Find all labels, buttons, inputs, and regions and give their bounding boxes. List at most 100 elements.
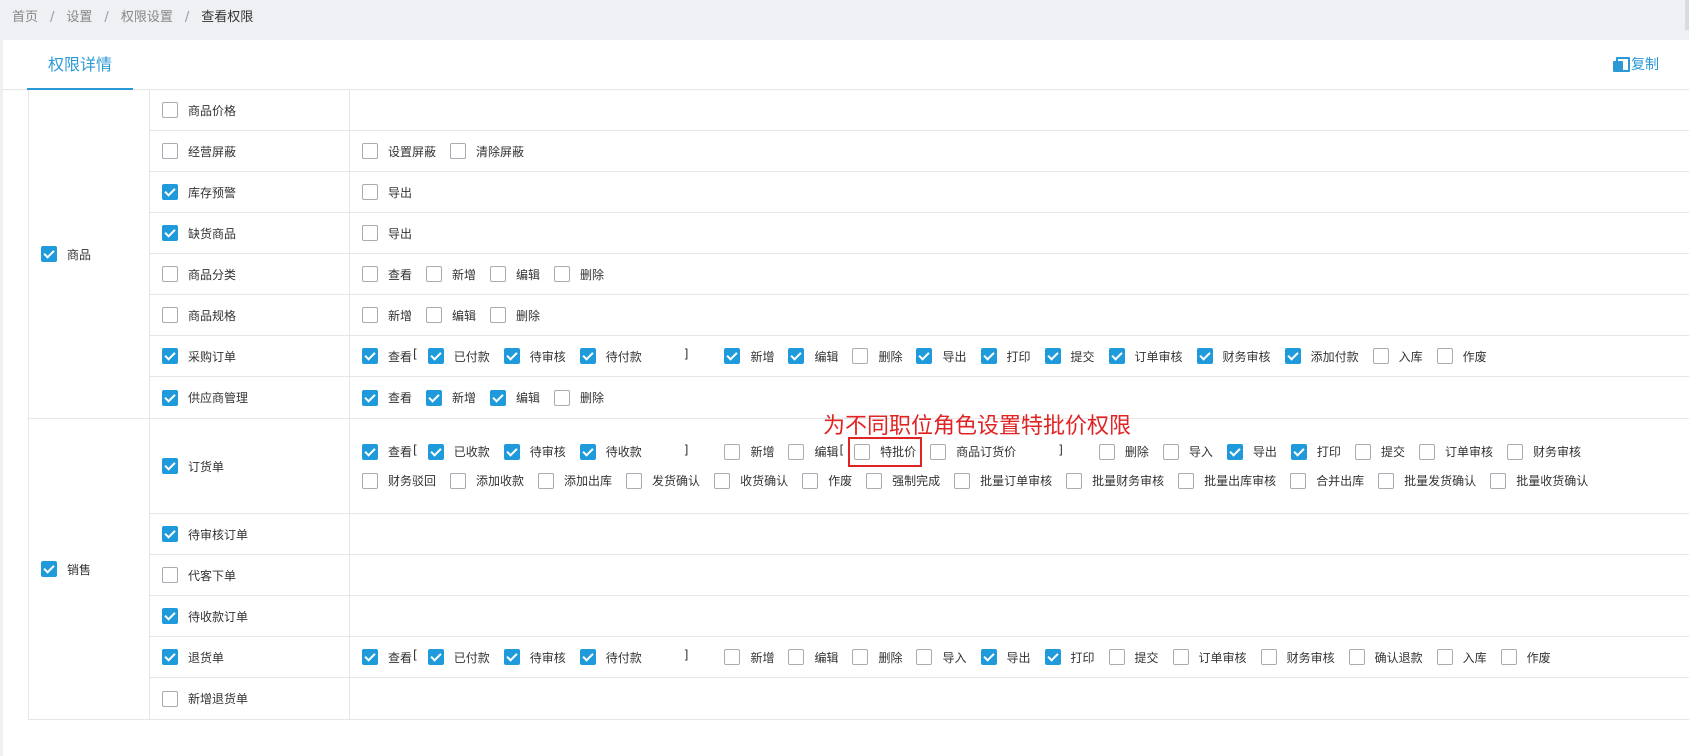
action-checkbox-item[interactable]: 订单审核 (1108, 347, 1183, 365)
action-checkbox-item[interactable]: 合并出库 (1290, 472, 1364, 490)
breadcrumb-permission-settings[interactable]: 权限设置 (121, 10, 173, 25)
action-checkbox-item[interactable]: 待审核 (503, 443, 566, 461)
checkbox-unchecked[interactable] (1348, 649, 1365, 665)
checkbox-unchecked[interactable] (362, 184, 378, 200)
module-checkbox-item[interactable]: 供应商管理 (162, 389, 248, 407)
module-checkbox-item[interactable]: 代客下单 (162, 566, 236, 584)
action-checkbox-item[interactable]: 已付款 (427, 648, 490, 666)
checkbox-checked[interactable] (162, 348, 178, 364)
action-checkbox-item[interactable]: 订单审核 (1418, 443, 1493, 461)
action-checkbox-item[interactable]: 编辑 (490, 265, 540, 283)
checkbox-checked[interactable] (162, 225, 178, 241)
checkbox-checked[interactable] (980, 649, 997, 665)
action-checkbox-item[interactable]: 查看 (362, 443, 412, 461)
action-checkbox-item[interactable]: 批量出库审核 (1178, 472, 1276, 490)
checkbox-checked[interactable] (490, 389, 507, 406)
checkbox-checked[interactable] (1196, 348, 1213, 364)
tab-permission-details[interactable]: 权限详情 (27, 40, 133, 90)
module-checkbox-item[interactable]: 商品分类 (162, 265, 236, 283)
action-checkbox-item[interactable]: 查看 (362, 648, 412, 666)
checkbox-unchecked[interactable] (788, 649, 805, 665)
checkbox-checked[interactable] (1284, 348, 1301, 364)
checkbox-checked[interactable] (362, 389, 378, 406)
checkbox-unchecked[interactable] (852, 649, 869, 665)
checkbox-unchecked[interactable] (866, 472, 883, 489)
checkbox-unchecked[interactable] (802, 472, 819, 489)
checkbox-checked[interactable] (162, 184, 178, 200)
checkbox-unchecked[interactable] (1500, 649, 1517, 665)
checkbox-unchecked[interactable] (362, 307, 378, 323)
checkbox-checked[interactable] (427, 443, 444, 460)
checkbox-unchecked[interactable] (162, 567, 178, 583)
checkbox-checked[interactable] (162, 389, 178, 406)
checkbox-checked[interactable] (162, 649, 178, 665)
action-checkbox-item[interactable]: 删除 (490, 306, 540, 324)
action-checkbox-item[interactable]: 财务审核 (1196, 347, 1271, 365)
checkbox-unchecked[interactable] (162, 102, 178, 118)
checkbox-unchecked[interactable] (854, 443, 871, 460)
action-checkbox-item[interactable]: 删除 (1098, 443, 1149, 461)
checkbox-checked[interactable] (579, 348, 596, 364)
checkbox-unchecked[interactable] (1108, 649, 1125, 665)
action-checkbox-item[interactable]: 编辑 (490, 389, 540, 407)
checkbox-unchecked[interactable] (1490, 472, 1507, 489)
checkbox-checked[interactable] (980, 348, 997, 364)
action-checkbox-item[interactable]: 发货确认 (626, 472, 700, 490)
action-checkbox-item[interactable]: 新增 (724, 347, 774, 365)
action-checkbox-item[interactable]: 商品订货价 (930, 443, 1016, 461)
checkbox-unchecked[interactable] (954, 472, 971, 489)
action-checkbox-item[interactable]: 新增 (426, 389, 476, 407)
checkbox-checked[interactable] (579, 649, 596, 665)
checkbox-checked[interactable] (41, 561, 57, 577)
checkbox-unchecked[interactable] (162, 143, 178, 159)
action-checkbox-item[interactable]: 查看 (362, 265, 412, 283)
checkbox-checked[interactable] (1108, 348, 1125, 364)
action-checkbox-item[interactable]: 新增 (362, 306, 412, 324)
checkbox-unchecked[interactable] (362, 225, 378, 241)
action-checkbox-item[interactable]: 作废 (1436, 347, 1487, 365)
checkbox-unchecked[interactable] (362, 266, 378, 282)
checkbox-unchecked[interactable] (724, 443, 741, 460)
action-checkbox-item[interactable]: 待收款 (579, 443, 642, 461)
module-checkbox-item[interactable]: 经营屏蔽 (162, 142, 236, 160)
checkbox-unchecked[interactable] (916, 649, 933, 665)
module-checkbox-item[interactable]: 商品价格 (162, 101, 236, 119)
action-checkbox-item[interactable]: 待付款 (579, 648, 642, 666)
action-checkbox-item[interactable]: 待付款 (579, 347, 642, 365)
checkbox-checked[interactable] (427, 348, 444, 364)
checkbox-unchecked[interactable] (1378, 472, 1395, 489)
action-checkbox-item[interactable]: 打印 (1290, 443, 1341, 461)
checkbox-unchecked[interactable] (724, 649, 741, 665)
action-checkbox-item[interactable]: 新增 (426, 265, 476, 283)
checkbox-unchecked[interactable] (1372, 348, 1389, 364)
breadcrumb-home[interactable]: 首页 (12, 10, 38, 25)
action-checkbox-item[interactable]: 查看 (362, 389, 412, 407)
checkbox-checked[interactable] (162, 608, 178, 624)
action-checkbox-item[interactable]: 添加出库 (538, 472, 612, 490)
checkbox-unchecked[interactable] (538, 472, 555, 489)
action-checkbox-item[interactable]: 订单审核 (1172, 648, 1247, 666)
checkbox-checked[interactable] (503, 348, 520, 364)
checkbox-unchecked[interactable] (426, 266, 443, 282)
module-checkbox-item[interactable]: 采购订单 (162, 347, 236, 365)
action-checkbox-item[interactable]: 特批价 (848, 436, 923, 467)
action-checkbox-item[interactable]: 收货确认 (714, 472, 788, 490)
checkbox-checked[interactable] (362, 348, 378, 364)
checkbox-unchecked[interactable] (362, 472, 378, 489)
checkbox-checked[interactable] (426, 389, 443, 406)
checkbox-checked[interactable] (162, 458, 178, 474)
module-checkbox-item[interactable]: 缺货商品 (162, 224, 236, 242)
action-checkbox-item[interactable]: 导出 (916, 347, 967, 365)
action-checkbox-item[interactable]: 设置屏蔽 (362, 142, 436, 160)
checkbox-unchecked[interactable] (1506, 443, 1523, 460)
action-checkbox-item[interactable]: 提交 (1108, 648, 1159, 666)
action-checkbox-item[interactable]: 导出 (1226, 443, 1277, 461)
action-checkbox-item[interactable]: 已付款 (427, 347, 490, 365)
action-checkbox-item[interactable]: 入库 (1436, 648, 1487, 666)
checkbox-checked[interactable] (788, 348, 805, 364)
action-checkbox-item[interactable]: 批量收货确认 (1490, 472, 1588, 490)
checkbox-unchecked[interactable] (1260, 649, 1277, 665)
action-checkbox-item[interactable]: 待审核 (503, 347, 566, 365)
action-checkbox-item[interactable]: 已收款 (427, 443, 490, 461)
checkbox-unchecked[interactable] (1436, 649, 1453, 665)
